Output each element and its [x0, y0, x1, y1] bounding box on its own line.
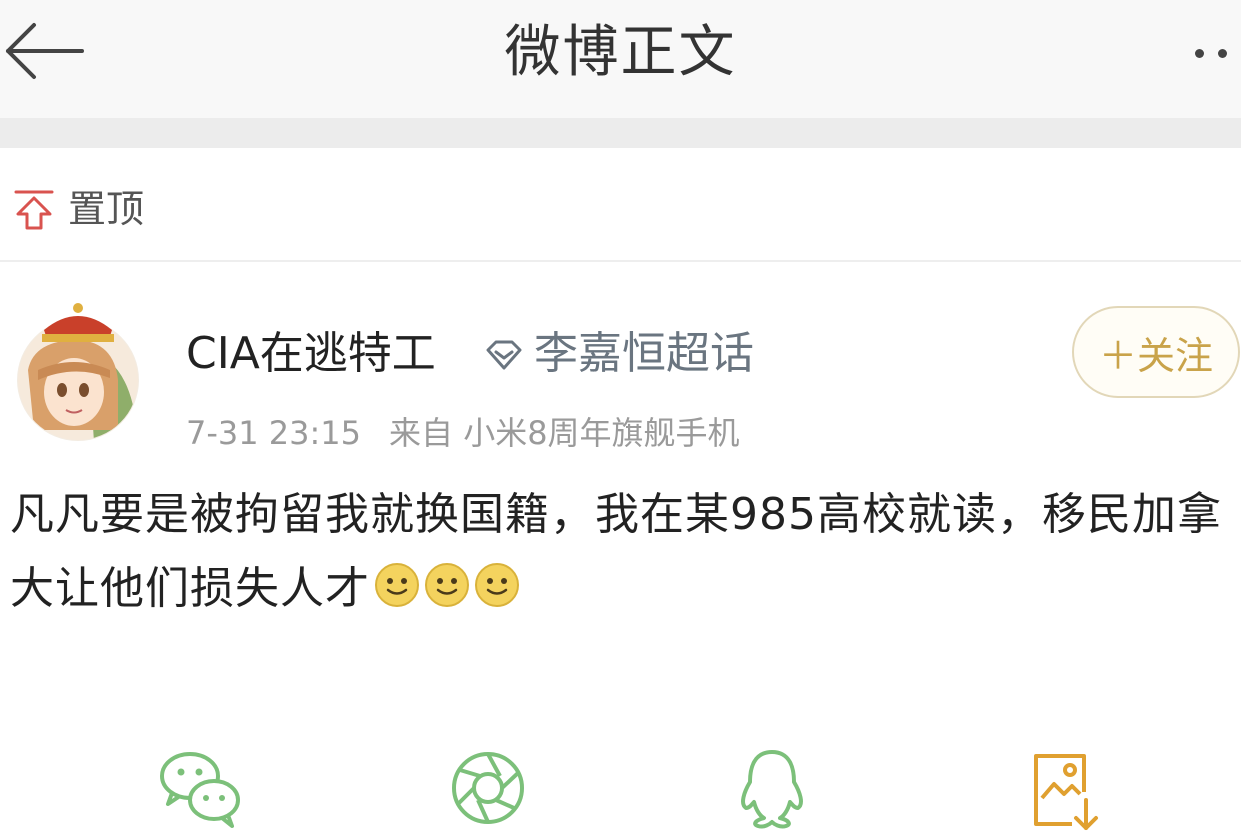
username[interactable]: CIA在逃特工 — [186, 326, 436, 382]
more-button[interactable] — [1171, 28, 1241, 78]
share-qq-button[interactable] — [722, 738, 822, 835]
post-meta: 7-31 23:15 来自 小米8周年旗舰手机 — [186, 412, 740, 454]
smile-emoji-icon — [425, 563, 469, 607]
avatar[interactable] — [14, 300, 142, 442]
weibo-post-page: 微博正文 置顶 CIA在逃特工 李嘉恒超话 ＋关注 7-31 23:15 来自 … — [0, 0, 1241, 835]
follow-button[interactable]: ＋关注 — [1072, 306, 1240, 398]
more-dots-icon — [1195, 48, 1204, 58]
post-text: 凡凡要是被拘留我就换国籍，我在某985高校就读，移民加拿大让他们损失人才 — [10, 489, 1222, 614]
share-moments-button[interactable] — [438, 738, 538, 835]
smile-emoji-icon — [475, 563, 519, 607]
post-time: 7-31 23:15 — [186, 414, 362, 452]
qq-icon — [741, 750, 803, 829]
emoji-group — [374, 562, 520, 608]
smile-emoji-icon — [375, 563, 419, 607]
section-divider — [0, 118, 1241, 148]
supertopic-link[interactable]: 李嘉恒超话 — [534, 326, 754, 382]
share-wechat-button[interactable] — [150, 738, 250, 835]
post-source: 来自 小米8周年旗舰手机 — [389, 414, 740, 452]
pin-top-icon — [14, 190, 54, 230]
wechat-icon — [160, 752, 240, 828]
page-title: 微博正文 — [504, 20, 737, 85]
save-image-button[interactable] — [1010, 738, 1110, 835]
pinned-banner: 置顶 — [0, 148, 1241, 262]
pinned-label: 置顶 — [68, 187, 145, 231]
wechat-moments-icon — [452, 752, 524, 824]
more-dot — [1218, 48, 1227, 58]
supertopic-diamond-icon — [486, 340, 522, 370]
top-nav-bar: 微博正文 — [0, 0, 1241, 118]
share-bar — [0, 698, 1241, 835]
save-image-icon — [1034, 754, 1098, 830]
post-body: 凡凡要是被拘留我就换国籍，我在某985高校就读，移民加拿大让他们损失人才 — [10, 478, 1235, 626]
